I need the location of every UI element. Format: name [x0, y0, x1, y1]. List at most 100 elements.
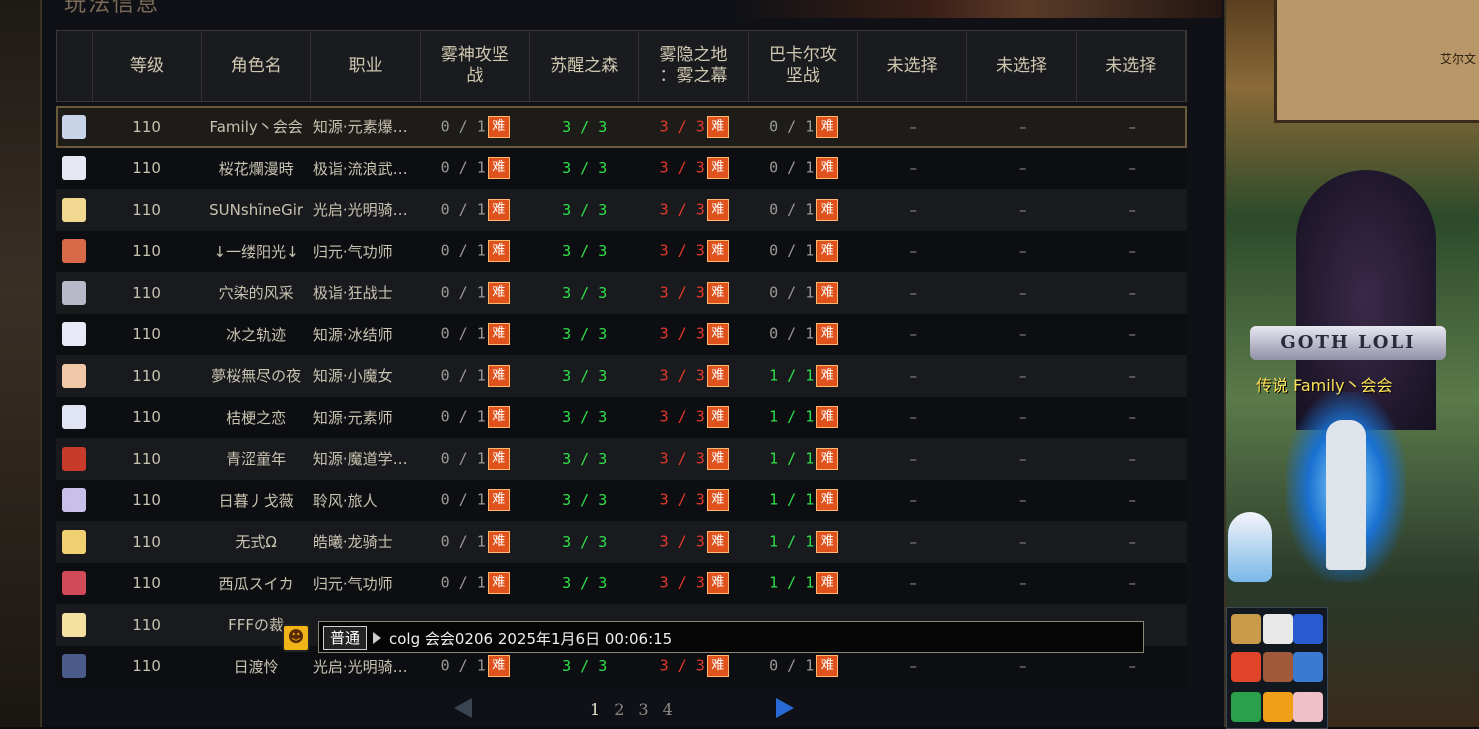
table-row[interactable]: 110 日暮丿戈薇 聆风·旅人 0 / 1难3 / 33 / 3难1 / 1 难 – – – — [56, 479, 1187, 521]
table-row[interactable]: 110 夢桜無尽の夜 知源·小魔女 0 / 1难3 / 33 / 3难1 / 1 难 – –… — [56, 355, 1187, 397]
progress-cell: 3 / 3难 — [639, 157, 749, 180]
progress-value: 3 / 3 — [562, 325, 608, 344]
empty-cell: – — [1018, 574, 1027, 593]
minimap-label: 艾尔文 — [1439, 52, 1476, 66]
progress-cell: 3 / 3难 — [639, 198, 749, 221]
progress-cell: 0 / 1难 — [420, 198, 530, 221]
empty-cell: – — [1018, 117, 1027, 136]
table-row[interactable]: 110 SUNshīneGir 光启·光明骑… 0 / 1难3 / 33 / 3难0 … — [56, 189, 1187, 231]
level-cell: 110 — [132, 283, 161, 302]
column-header — [57, 31, 93, 101]
empty-cell: – — [1128, 491, 1137, 510]
hard-badge-icon: 难 — [706, 364, 729, 387]
alert-icon[interactable] — [1231, 652, 1261, 682]
job-cell: 极诣·流浪武… — [312, 159, 408, 178]
progress-cell: 3 / 3难 — [639, 406, 749, 429]
page-number[interactable]: 3 — [638, 700, 648, 719]
hard-badge-icon: 难 — [487, 198, 510, 221]
chat-input-text[interactable]: colg 会会0206 2025年1月6日 00:06:15 — [389, 628, 672, 649]
page-number[interactable]: 1 — [590, 700, 600, 719]
dice-icon[interactable] — [1263, 614, 1293, 644]
job-cell: 知源·冰结师 — [312, 325, 393, 344]
progress-cell: 0 / 1难 — [749, 281, 859, 304]
progress-value: 3 / 3 — [562, 408, 608, 427]
chat-channel-button[interactable]: 普通 — [323, 626, 368, 650]
table-row[interactable]: 110 穴染的风采 极诣·狂战士 0 / 1难3 / 33 / 3难0 / 1 难 – – – — [56, 272, 1187, 314]
minimap[interactable]: 艾尔文 — [1274, 0, 1479, 123]
table-row[interactable]: 110 青涩童年 知源·魔道学… 0 / 1难3 / 33 / 3难1 / 1 难 – – – — [56, 438, 1187, 480]
avatar — [61, 488, 86, 513]
character-name-cell: Family丶会会 — [209, 118, 303, 137]
table-row[interactable]: 110 桜花爛漫時 极诣·流浪武… 0 / 1难3 / 33 / 3难0 / 1 难 – –… — [56, 147, 1187, 189]
column-header: 未选择 — [1077, 31, 1186, 101]
character-name-cell: 日渡怜 — [233, 657, 279, 676]
hard-badge-icon: 难 — [487, 364, 510, 387]
table-row[interactable]: 110 冰之轨迹 知源·冰结师 0 / 1难3 / 33 / 3难0 / 1 难 – – – — [56, 313, 1187, 355]
progress-cell: 3 / 3 — [530, 657, 640, 675]
progress-value: 1 / 1 — [769, 532, 815, 551]
hard-badge-icon: 难 — [706, 198, 729, 221]
progress-cell: 1 / 1难 — [749, 406, 859, 429]
hard-badge-icon: 难 — [487, 115, 510, 138]
avatar-cell — [56, 280, 92, 305]
empty-cell: – — [1018, 408, 1027, 427]
table-row[interactable]: 110 桔梗之恋 知源·元素师 0 / 1难3 / 33 / 3难1 / 1 难 – – – — [56, 396, 1187, 438]
next-page-icon[interactable] — [776, 698, 794, 718]
hard-badge-icon: 难 — [816, 240, 839, 263]
progress-value: 0 / 1 — [769, 200, 815, 219]
avatar — [61, 405, 86, 430]
channel-arrow-icon[interactable] — [373, 632, 381, 644]
character-avatar-icon[interactable] — [1263, 652, 1293, 682]
progress-table: 等级 角色名 职业 雾神攻坚 战苏醒之森 雾隐之地 ：雾之幕 巴卡尔攻 坚战 未选择 未选择未… — [56, 30, 1187, 690]
character-name-cell: 桜花爛漫時 — [218, 159, 294, 178]
notebook-icon[interactable] — [1293, 614, 1323, 644]
avatar-cell — [56, 405, 92, 430]
player-character[interactable] — [1326, 420, 1366, 570]
progress-cell: 0 / 1难 — [420, 530, 530, 553]
progress-value: 1 / 1 — [769, 490, 815, 509]
table-row[interactable]: 110 无式Ω 皓曦·龙骑士 0 / 1难3 / 33 / 3难1 / 1 难 – – – — [56, 521, 1187, 563]
d-icon[interactable] — [1263, 692, 1293, 722]
table-row[interactable]: 110 Family丶会会 知源·元素爆… 0 / 1难3 / 33 / 3难0 / … — [56, 106, 1187, 148]
column-header: 职业 — [311, 31, 421, 101]
progress-value: 0 / 1 — [769, 241, 815, 260]
progress-cell: 0 / 1难 — [420, 447, 530, 470]
progress-value: 3 / 3 — [562, 200, 608, 219]
table-row[interactable]: 110 西瓜スイカ 归元·气功师 0 / 1难3 / 33 / 3难1 / 1 难 – – – — [56, 562, 1187, 604]
job-cell: 极诣·狂战士 — [312, 284, 393, 303]
progress-value: 3 / 3 — [659, 366, 705, 385]
prev-page-icon[interactable] — [454, 698, 472, 718]
page-number[interactable]: 4 — [663, 700, 673, 719]
empty-cell: – — [1128, 657, 1137, 676]
progress-cell: 3 / 3 — [530, 242, 640, 260]
hard-badge-icon: 难 — [487, 240, 510, 263]
job-cell: 聆风·旅人 — [312, 491, 378, 510]
menu-icon[interactable] — [1231, 692, 1261, 722]
progress-value: 3 / 3 — [659, 283, 705, 302]
progress-cell: 3 / 3 — [530, 574, 640, 592]
progress-cell: 0 / 1难 — [749, 655, 859, 678]
empty-cell: – — [1128, 117, 1137, 136]
hard-badge-icon: 难 — [706, 115, 729, 138]
table-row[interactable]: 110 ↓一缕阳光↓ 归元·气功师 0 / 1难3 / 33 / 3难0 / 1 难 – –… — [56, 230, 1187, 272]
level-cell: 110 — [132, 242, 161, 261]
empty-cell: – — [1128, 449, 1137, 468]
progress-cell: 0 / 1难 — [420, 240, 530, 263]
hard-badge-icon: 难 — [706, 530, 729, 553]
progress-cell: 0 / 1难 — [749, 240, 859, 263]
progress-value: 0 / 1 — [769, 283, 815, 302]
clothing-icon[interactable] — [1293, 652, 1323, 682]
progress-cell: 0 / 1难 — [420, 281, 530, 304]
progress-value: 3 / 3 — [659, 656, 705, 675]
chat-input[interactable]: 普通 colg 会会0206 2025年1月6日 00:06:15 — [318, 621, 1144, 653]
hard-badge-icon: 难 — [816, 281, 839, 304]
progress-cell: 3 / 3 — [530, 450, 640, 468]
hard-badge-icon: 难 — [816, 530, 839, 553]
emoji-icon[interactable]: ☻ — [282, 624, 310, 652]
progress-value: 3 / 3 — [659, 200, 705, 219]
pet-avatar-icon[interactable] — [1293, 692, 1323, 722]
hard-badge-icon: 难 — [706, 281, 729, 304]
hard-badge-icon: 难 — [816, 198, 839, 221]
page-number[interactable]: 2 — [614, 700, 624, 719]
skill-slot-1-icon[interactable] — [1231, 614, 1261, 644]
